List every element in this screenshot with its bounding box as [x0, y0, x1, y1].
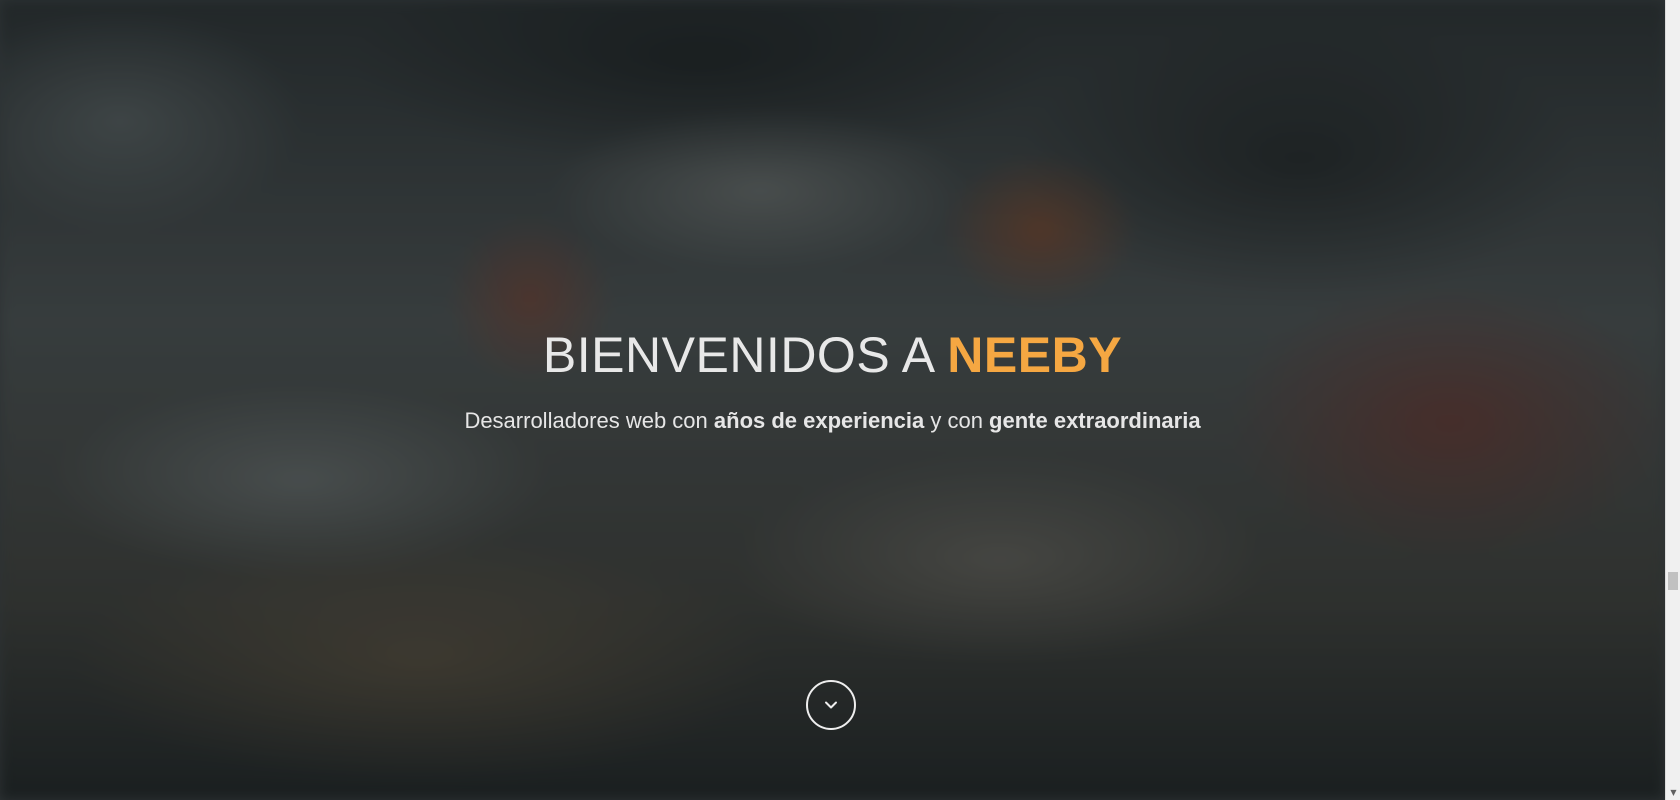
scroll-down-button[interactable]: [806, 680, 856, 730]
hero-section: BIENVENIDOS A NEEBY Desarrolladores web …: [0, 0, 1665, 800]
hero-title-brand: NEEBY: [947, 327, 1123, 383]
page-scrollbar[interactable]: ▼: [1665, 0, 1680, 800]
subtitle-text-1: Desarrolladores web con: [464, 408, 714, 433]
scrollbar-down-arrow[interactable]: ▼: [1666, 785, 1680, 800]
hero-title-prefix: BIENVENIDOS A: [542, 327, 948, 383]
subtitle-bold-1: años de experiencia: [713, 408, 925, 433]
scrollbar-thumb[interactable]: [1668, 572, 1678, 590]
subtitle-bold-2: gente extraordinaria: [989, 408, 1201, 433]
hero-subtitle: Desarrolladores web con años de experien…: [0, 406, 1665, 436]
hero-title: BIENVENIDOS A NEEBY: [0, 322, 1665, 388]
chevron-down-icon: [825, 701, 837, 709]
subtitle-text-2: y con: [924, 408, 990, 433]
hero-content: BIENVENIDOS A NEEBY Desarrolladores web …: [0, 322, 1665, 436]
